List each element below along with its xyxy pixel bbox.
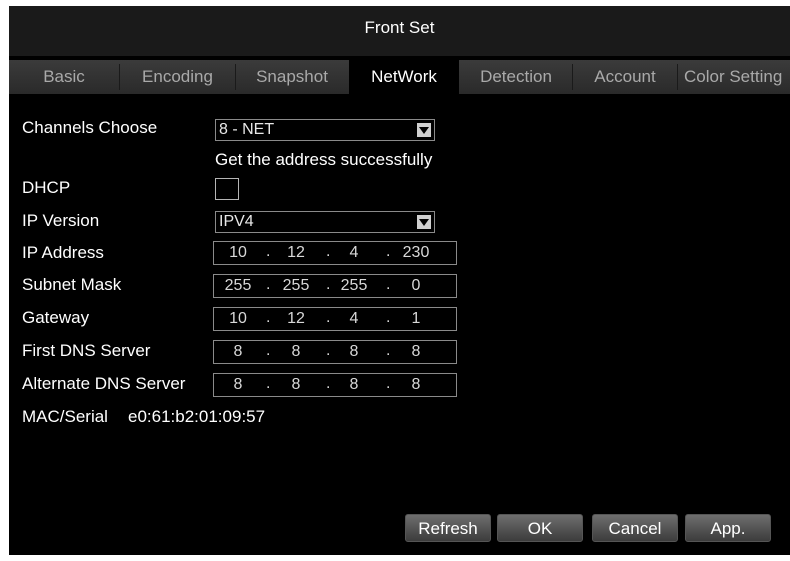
ip-address-octet-1[interactable]: 10 (216, 244, 260, 262)
first-dns-octet-1[interactable]: 8 (216, 343, 260, 361)
octet-separator: . (386, 309, 391, 326)
gateway-octet-2[interactable]: 12 (274, 310, 318, 328)
tab-bar: Basic Encoding Snapshot NetWork Detectio… (9, 60, 790, 94)
alternate-dns-field[interactable]: 8 . 8 . 8 . 8 (213, 373, 457, 397)
first-dns-field[interactable]: 8 . 8 . 8 . 8 (213, 340, 457, 364)
tab-encoding[interactable]: Encoding (120, 60, 235, 94)
gateway-label: Gateway (22, 308, 90, 327)
gateway-octet-3[interactable]: 4 (332, 310, 376, 328)
tab-color-setting[interactable]: Color Setting (678, 60, 790, 94)
octet-separator: . (266, 375, 271, 392)
alternate-dns-octet-3[interactable]: 8 (332, 376, 376, 394)
octet-separator: . (266, 276, 271, 293)
mac-serial-value: e0:61:b2:01:09:57 (128, 407, 266, 426)
octet-separator: . (386, 375, 391, 392)
alternate-dns-octet-2[interactable]: 8 (274, 376, 318, 394)
gateway-field[interactable]: 10 . 12 . 4 . 1 (213, 307, 457, 331)
alternate-dns-octet-4[interactable]: 8 (394, 376, 438, 394)
mac-serial-label: MAC/Serial (22, 407, 108, 426)
chevron-down-icon (417, 123, 431, 137)
refresh-button[interactable]: Refresh (405, 514, 491, 542)
first-dns-octet-2[interactable]: 8 (274, 343, 318, 361)
subnet-mask-field[interactable]: 255 . 255 . 255 . 0 (213, 274, 457, 298)
octet-separator: . (386, 243, 391, 260)
tab-account[interactable]: Account (573, 60, 677, 94)
subnet-mask-octet-1[interactable]: 255 (216, 277, 260, 295)
octet-separator: . (266, 309, 271, 326)
tab-detection[interactable]: Detection (460, 60, 572, 94)
first-dns-octet-3[interactable]: 8 (332, 343, 376, 361)
octet-separator: . (386, 342, 391, 359)
octet-separator: . (326, 276, 331, 293)
octet-separator: . (386, 276, 391, 293)
ip-version-value: IPV4 (219, 213, 254, 230)
cancel-button[interactable]: Cancel (592, 514, 678, 542)
ip-version-label: IP Version (22, 211, 100, 230)
channels-choose-label: Channels Choose (22, 118, 158, 137)
subnet-mask-octet-2[interactable]: 255 (274, 277, 318, 295)
first-dns-octet-4[interactable]: 8 (394, 343, 438, 361)
tab-snapshot[interactable]: Snapshot (236, 60, 348, 94)
ip-address-label: IP Address (22, 243, 104, 262)
window-title: Front Set (364, 18, 435, 37)
gateway-octet-4[interactable]: 1 (394, 310, 438, 328)
chevron-down-icon (417, 215, 431, 229)
octet-separator: . (326, 375, 331, 392)
channels-choose-select[interactable]: 8 - NET (215, 119, 435, 141)
subnet-mask-octet-4[interactable]: 0 (394, 277, 438, 295)
dhcp-checkbox[interactable] (215, 178, 239, 200)
ip-address-octet-2[interactable]: 12 (274, 244, 318, 262)
ip-address-octet-3[interactable]: 4 (332, 244, 376, 262)
first-dns-label: First DNS Server (22, 341, 151, 360)
dhcp-label: DHCP (22, 178, 71, 197)
octet-separator: . (266, 243, 271, 260)
ip-address-field[interactable]: 10 . 12 . 4 . 230 (213, 241, 457, 265)
channels-choose-value: 8 - NET (219, 121, 275, 138)
front-set-window: Front Set Basic Encoding Snapshot NetWor… (9, 6, 790, 555)
subnet-mask-label: Subnet Mask (22, 275, 122, 294)
ip-version-select[interactable]: IPV4 (215, 211, 435, 233)
octet-separator: . (326, 342, 331, 359)
gateway-octet-1[interactable]: 10 (216, 310, 260, 328)
octet-separator: . (326, 309, 331, 326)
tab-network[interactable]: NetWork (349, 60, 459, 94)
subnet-mask-octet-3[interactable]: 255 (332, 277, 376, 295)
title-bar: Front Set (9, 6, 790, 56)
octet-separator: . (266, 342, 271, 359)
tab-basic[interactable]: Basic (9, 60, 119, 94)
ip-address-octet-4[interactable]: 230 (394, 244, 438, 262)
octet-separator: . (326, 243, 331, 260)
status-message: Get the address successfully (215, 150, 433, 169)
alternate-dns-octet-1[interactable]: 8 (216, 376, 260, 394)
ok-button[interactable]: OK (497, 514, 583, 542)
apply-button[interactable]: App. (685, 514, 771, 542)
alternate-dns-label: Alternate DNS Server (22, 374, 186, 393)
